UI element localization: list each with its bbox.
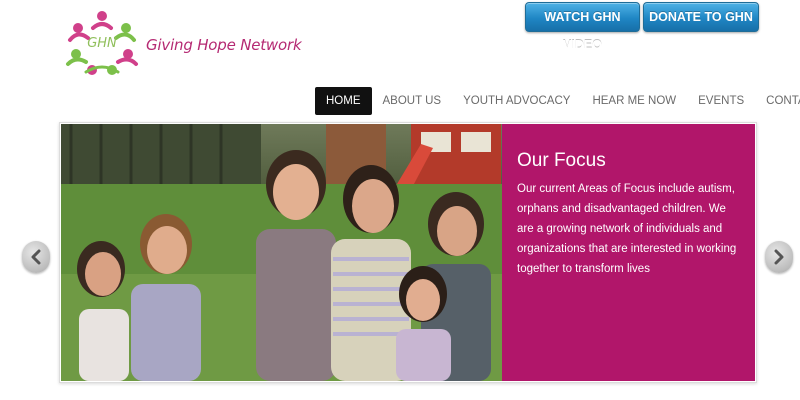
main-nav: HOME ABOUT US YOUTH ADVOCACY HEAR ME NOW…: [315, 87, 800, 115]
site-logo[interactable]: GHN Giving Hope Network: [62, 6, 302, 80]
nav-home[interactable]: HOME: [315, 87, 372, 115]
hero-photo: [61, 124, 502, 381]
nav-contact-us[interactable]: CONTACT US: [755, 87, 800, 115]
nav-youth-advocacy[interactable]: YOUTH ADVOCACY: [452, 87, 581, 115]
ghn-logo-icon: GHN: [66, 11, 138, 75]
watch-video-button[interactable]: WATCH GHN VIDEO: [525, 2, 640, 52]
chevron-right-icon: [774, 249, 784, 265]
site-name: Giving Hope Network: [146, 36, 302, 54]
chevron-left-icon: [31, 249, 41, 265]
slider-next-button[interactable]: [765, 241, 793, 273]
nav-events[interactable]: EVENTS: [687, 87, 755, 115]
focus-title: Our Focus: [517, 150, 606, 171]
slider-prev-button[interactable]: [22, 241, 50, 273]
nav-hear-me-now[interactable]: HEAR ME NOW: [581, 87, 687, 115]
focus-description: Our current Areas of Focus include autis…: [517, 183, 737, 275]
focus-panel: Our Focus Our current Areas of Focus inc…: [502, 124, 755, 381]
children-photo-image: [61, 124, 502, 381]
logo-initials: GHN: [87, 36, 117, 51]
hero-slider: Our Focus Our current Areas of Focus inc…: [59, 122, 757, 383]
donate-button[interactable]: DONATE TO GHN: [643, 2, 759, 32]
nav-about-us[interactable]: ABOUT US: [372, 87, 453, 115]
